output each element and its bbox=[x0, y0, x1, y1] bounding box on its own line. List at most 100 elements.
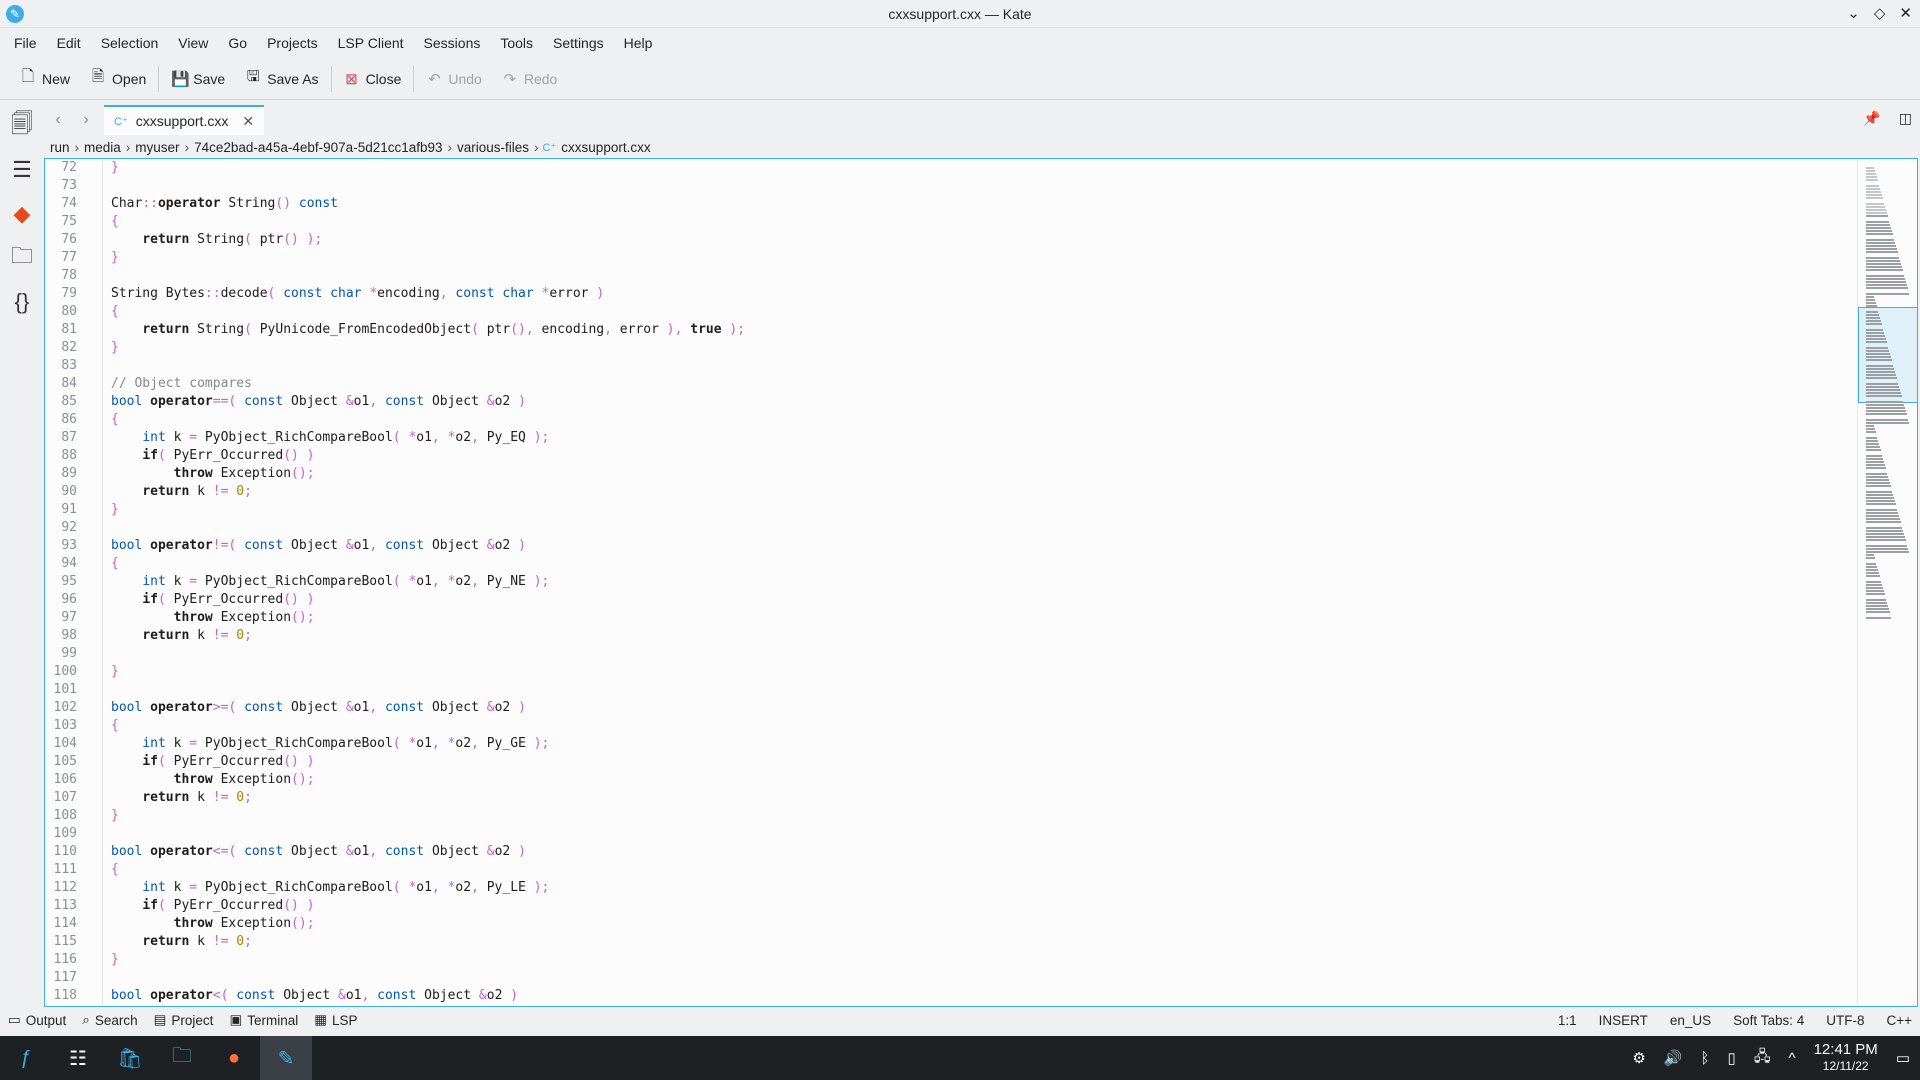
code-line[interactable]: 97 throw Exception(); bbox=[45, 609, 1857, 627]
menu-go[interactable]: Go bbox=[218, 35, 257, 51]
save-button[interactable]: 💾 Save bbox=[161, 63, 235, 95]
maximize-icon[interactable]: ◇ bbox=[1874, 4, 1886, 22]
tray-expand-icon[interactable]: ^ bbox=[1789, 1050, 1796, 1067]
code-line[interactable]: 74 Char::operator String() const bbox=[45, 195, 1857, 213]
storage-icon[interactable]: ▯ bbox=[1728, 1049, 1736, 1067]
bluetooth-icon[interactable]: ᛒ bbox=[1701, 1050, 1710, 1067]
code-line[interactable]: 113 if( PyErr_Occurred() ) bbox=[45, 897, 1857, 915]
terminal-tab[interactable]: ▣ Terminal bbox=[229, 1012, 298, 1028]
input-mode[interactable]: INSERT bbox=[1599, 1013, 1648, 1028]
code-line[interactable]: 110 bool operator<=( const Object &o1, co… bbox=[45, 843, 1857, 861]
forward-icon[interactable]: › bbox=[72, 111, 100, 129]
code-line[interactable]: 94 { bbox=[45, 555, 1857, 573]
code-line[interactable]: 84 // Object compares bbox=[45, 375, 1857, 393]
minimize-icon[interactable]: ⌄ bbox=[1847, 4, 1860, 22]
menu-selection[interactable]: Selection bbox=[91, 35, 169, 51]
code-line[interactable]: 118 bool operator<( const Object &o1, con… bbox=[45, 987, 1857, 1005]
menu-help[interactable]: Help bbox=[614, 35, 663, 51]
code-line[interactable]: 78 bbox=[45, 267, 1857, 285]
documents-icon[interactable]: 🗐 bbox=[0, 104, 44, 148]
new-button[interactable]: 🗋 New bbox=[10, 63, 80, 95]
code-line[interactable]: 105 if( PyErr_Occurred() ) bbox=[45, 753, 1857, 771]
breadcrumb-run[interactable]: run bbox=[47, 140, 73, 155]
code-line[interactable]: 114 throw Exception(); bbox=[45, 915, 1857, 933]
show-desktop-icon[interactable]: ▭ bbox=[1896, 1049, 1910, 1067]
code-outline-icon[interactable]: {} bbox=[0, 280, 44, 324]
close-icon[interactable]: ✕ bbox=[1899, 4, 1912, 22]
file-manager-icon[interactable]: 🗀 bbox=[156, 1036, 208, 1080]
code-line[interactable]: 92 bbox=[45, 519, 1857, 537]
redo-button[interactable]: ↷ Redo bbox=[492, 63, 567, 95]
output-tab[interactable]: ▭ Output bbox=[8, 1012, 66, 1028]
code-line[interactable]: 86 { bbox=[45, 411, 1857, 429]
code-line[interactable]: 116} bbox=[45, 951, 1857, 969]
code-line[interactable]: 89 throw Exception(); bbox=[45, 465, 1857, 483]
tab-cxxsupport[interactable]: C⁺ cxxsupport.cxx ✕ bbox=[104, 105, 265, 135]
menu-file[interactable]: File bbox=[4, 35, 47, 51]
save-as-button[interactable]: 🖫 Save As bbox=[235, 63, 328, 95]
encoding-setting[interactable]: UTF-8 bbox=[1826, 1013, 1864, 1028]
split-view-icon[interactable]: ◫ bbox=[1899, 110, 1912, 127]
menu-tools[interactable]: Tools bbox=[490, 35, 543, 51]
project-tab[interactable]: ▤ Project bbox=[154, 1012, 214, 1028]
code-line[interactable]: 112 int k = PyObject_RichCompareBool( *o… bbox=[45, 879, 1857, 897]
firefox-icon[interactable]: ● bbox=[208, 1036, 260, 1080]
code-line[interactable]: 109 bbox=[45, 825, 1857, 843]
clock[interactable]: 12:41 PM 12/11/22 bbox=[1814, 1042, 1878, 1074]
code-line[interactable]: 95 int k = PyObject_RichCompareBool( *o1… bbox=[45, 573, 1857, 591]
open-button[interactable]: 🗎 Open bbox=[80, 63, 156, 95]
application-launcher-icon[interactable]: ƒ bbox=[0, 1036, 52, 1080]
code-line[interactable]: 102 bool operator>=( const Object &o1, co… bbox=[45, 699, 1857, 717]
code-line[interactable]: 76 return String( ptr() ); bbox=[45, 231, 1857, 249]
breadcrumb-various-files[interactable]: various-files bbox=[454, 140, 532, 155]
menu-edit[interactable]: Edit bbox=[47, 35, 91, 51]
code-line[interactable]: 111 { bbox=[45, 861, 1857, 879]
symbol-list-icon[interactable]: ☰ bbox=[0, 148, 44, 192]
discover-store-icon[interactable]: 🛍 bbox=[104, 1036, 156, 1080]
steam-icon[interactable]: ⚙ bbox=[1632, 1049, 1645, 1067]
volume-icon[interactable]: 🔊 bbox=[1664, 1049, 1683, 1067]
dictionary-language[interactable]: en_US bbox=[1670, 1013, 1711, 1028]
lsp-tab[interactable]: ▦ LSP bbox=[314, 1012, 357, 1028]
code-editor[interactable]: 72} 73 74 Char::operator String() const 75{7… bbox=[44, 158, 1918, 1007]
breadcrumb-uuid[interactable]: 74ce2bad-a45a-4ebf-907a-5d21cc1afb93 bbox=[191, 140, 445, 155]
code-line[interactable]: 85 bool operator==( const Object &o1, con… bbox=[45, 393, 1857, 411]
close-button[interactable]: ⊠ Close bbox=[334, 63, 412, 95]
cursor-position[interactable]: 1:1 bbox=[1558, 1013, 1577, 1028]
code-line[interactable]: 98 return k != 0; bbox=[45, 627, 1857, 645]
code-line[interactable]: 93 bool operator!=( const Object &o1, con… bbox=[45, 537, 1857, 555]
code-line[interactable]: 77} bbox=[45, 249, 1857, 267]
syntax-mode[interactable]: C++ bbox=[1886, 1013, 1912, 1028]
breadcrumb-myuser[interactable]: myuser bbox=[132, 140, 182, 155]
back-icon[interactable]: ‹ bbox=[44, 111, 72, 129]
code-line[interactable]: 90 return k != 0; bbox=[45, 483, 1857, 501]
code-line[interactable]: 75 { bbox=[45, 213, 1857, 231]
network-icon[interactable]: 🖧 bbox=[1754, 1046, 1771, 1071]
code-line[interactable]: 80 { bbox=[45, 303, 1857, 321]
code-line[interactable]: 82} bbox=[45, 339, 1857, 357]
filesystem-browser-icon[interactable]: 🗀 bbox=[0, 236, 44, 280]
menu-settings[interactable]: Settings bbox=[543, 35, 614, 51]
minimap-scrollbar[interactable] bbox=[1857, 159, 1917, 1006]
code-line[interactable]: 73 bbox=[45, 177, 1857, 195]
code-line[interactable]: 100} bbox=[45, 663, 1857, 681]
pin-icon[interactable]: 📌 bbox=[1863, 110, 1880, 127]
menu-view[interactable]: View bbox=[168, 35, 218, 51]
kate-app-icon[interactable]: ✎ bbox=[6, 5, 24, 23]
git-icon[interactable]: ◆ bbox=[0, 192, 44, 236]
code-line[interactable]: 107 return k != 0; bbox=[45, 789, 1857, 807]
code-line[interactable]: 106 throw Exception(); bbox=[45, 771, 1857, 789]
menu-projects[interactable]: Projects bbox=[257, 35, 328, 51]
code-line[interactable]: 117 bbox=[45, 969, 1857, 987]
code-line[interactable]: 104 int k = PyObject_RichCompareBool( *o… bbox=[45, 735, 1857, 753]
code-line[interactable]: 91} bbox=[45, 501, 1857, 519]
code-line[interactable]: 96 if( PyErr_Occurred() ) bbox=[45, 591, 1857, 609]
code-line[interactable]: 99 bbox=[45, 645, 1857, 663]
kate-taskbar-icon[interactable]: ✎ bbox=[260, 1036, 312, 1080]
code-line[interactable]: 88 if( PyErr_Occurred() ) bbox=[45, 447, 1857, 465]
code-line[interactable]: 79 String Bytes::decode( const char *enco… bbox=[45, 285, 1857, 303]
undo-button[interactable]: ↶ Undo bbox=[416, 63, 491, 95]
breadcrumb-file[interactable]: cxxsupport.cxx bbox=[558, 140, 653, 155]
code-line[interactable]: 72} bbox=[45, 159, 1857, 177]
code-line[interactable]: 83 bbox=[45, 357, 1857, 375]
